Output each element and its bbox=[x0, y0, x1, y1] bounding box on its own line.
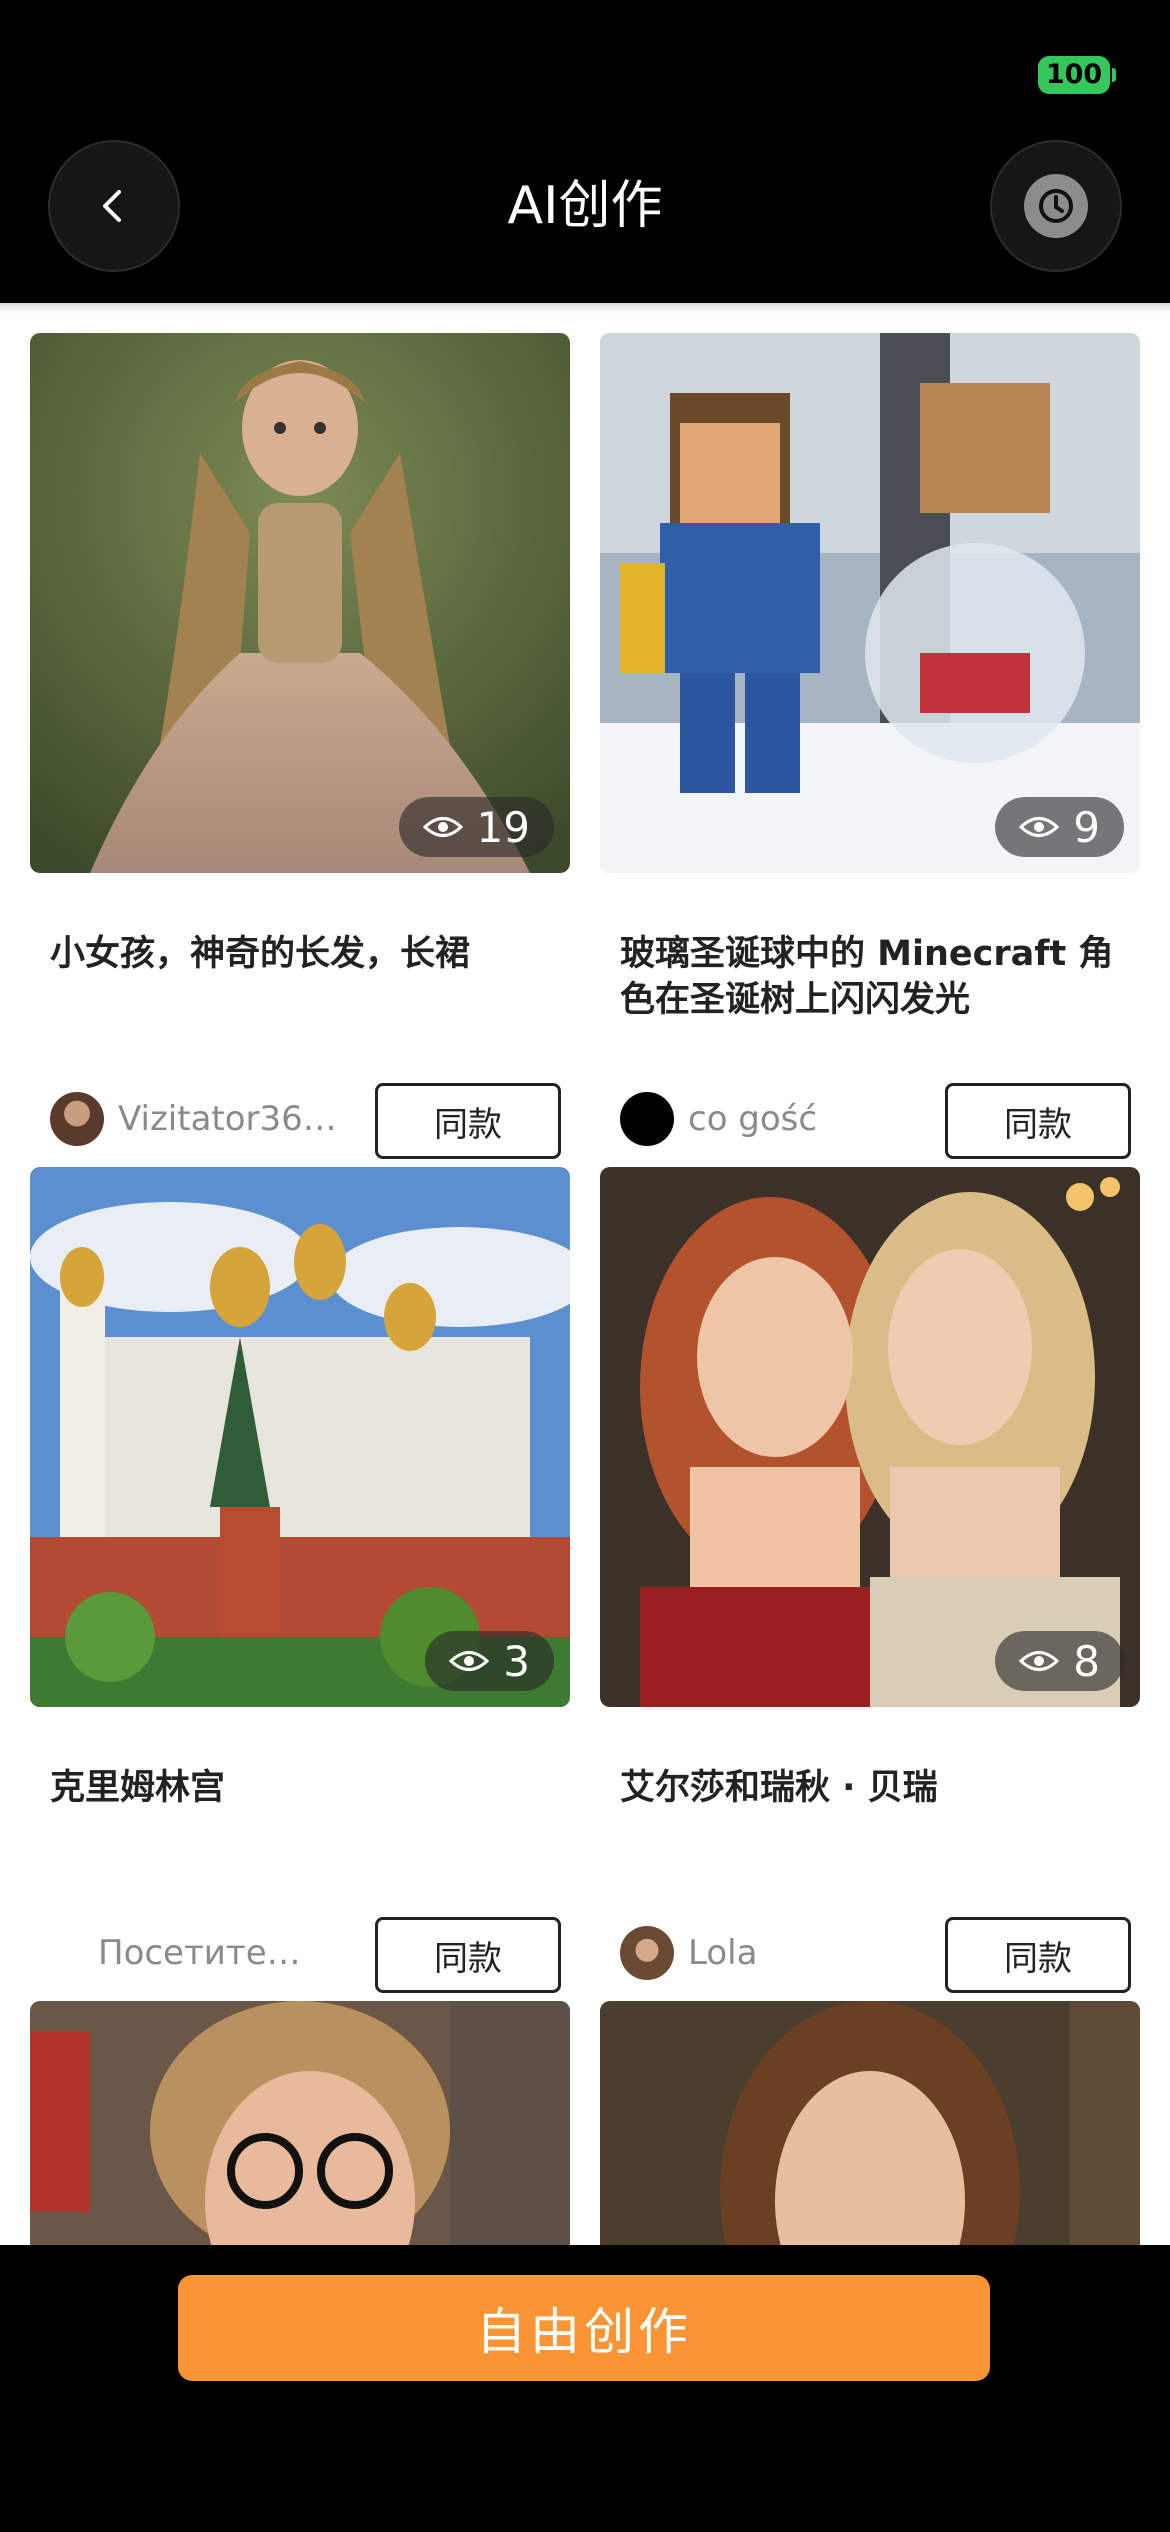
minecraft-ornament-image bbox=[600, 333, 1140, 873]
view-count-badge: 19 bbox=[398, 797, 554, 857]
avatar bbox=[620, 1926, 674, 1980]
work-image[interactable]: 19 bbox=[30, 333, 570, 873]
woman-portrait-image bbox=[600, 2001, 1140, 2245]
work-title: 玻璃圣诞球中的 Minecraft 角色在圣诞树上闪闪发光 bbox=[620, 934, 1114, 1020]
work-image[interactable]: 8 bbox=[600, 1167, 1140, 1707]
work-image[interactable]: 9 bbox=[600, 333, 1140, 873]
bottom-bar: 自由创作 bbox=[0, 2245, 1170, 2532]
woman-glasses-image bbox=[30, 2001, 570, 2245]
work-card[interactable] bbox=[600, 2001, 1140, 2245]
two-women-portrait-image bbox=[600, 1167, 1140, 1707]
work-card[interactable] bbox=[30, 2001, 570, 2245]
header-shadow bbox=[0, 303, 1170, 313]
work-card[interactable]: 3 克里姆林宫 Посетитель... 同款 bbox=[30, 1167, 570, 1993]
work-title: 克里姆林宫 bbox=[50, 1768, 226, 1808]
work-card[interactable]: 19 小女孩，神奇的长发，长裙 Vizitator3675 同款 bbox=[30, 333, 570, 1159]
work-image[interactable] bbox=[30, 2001, 570, 2245]
work-title: 小女孩，神奇的长发，长裙 bbox=[50, 934, 471, 974]
view-count-badge: 9 bbox=[995, 797, 1124, 857]
page: 100 AI创作 19 小女孩，神奇的长发，长裙 Vizitator3675 同… bbox=[0, 0, 1170, 2532]
work-image[interactable]: 3 bbox=[30, 1167, 570, 1707]
same-style-button[interactable]: 同款 bbox=[945, 1083, 1131, 1159]
works-feed[interactable]: 19 小女孩，神奇的长发，长裙 Vizitator3675 同款 9 玻璃圣诞球… bbox=[0, 303, 1170, 2245]
view-count: 19 bbox=[476, 802, 530, 852]
same-style-button[interactable]: 同款 bbox=[375, 1917, 561, 1993]
author-name: Vizitator3675 bbox=[118, 1099, 338, 1139]
work-card[interactable]: 8 艾尔莎和瑞秋 · 贝瑞 Lola 同款 bbox=[600, 1167, 1140, 1993]
same-style-button[interactable]: 同款 bbox=[375, 1083, 561, 1159]
work-image[interactable] bbox=[600, 2001, 1140, 2245]
view-count-badge: 3 bbox=[425, 1631, 554, 1691]
author[interactable]: Посетитель... bbox=[98, 1923, 318, 1983]
author-name: Посетитель... bbox=[98, 1933, 318, 1973]
eye-icon bbox=[449, 1651, 490, 1671]
free-create-button[interactable]: 自由创作 bbox=[178, 2275, 990, 2381]
clock-icon bbox=[1024, 174, 1088, 238]
same-style-button[interactable]: 同款 bbox=[945, 1917, 1131, 1993]
girl-long-hair-image bbox=[30, 333, 570, 873]
eye-icon bbox=[1019, 817, 1060, 837]
view-count: 8 bbox=[1073, 1636, 1100, 1686]
author-name: co gość bbox=[688, 1099, 818, 1139]
eye-icon bbox=[422, 817, 463, 837]
history-button[interactable] bbox=[990, 140, 1122, 272]
view-count: 9 bbox=[1073, 802, 1100, 852]
work-card[interactable]: 9 玻璃圣诞球中的 Minecraft 角色在圣诞树上闪闪发光 co gość … bbox=[600, 333, 1140, 1159]
view-count-badge: 8 bbox=[995, 1631, 1124, 1691]
author[interactable]: Lola bbox=[620, 1923, 757, 1983]
author-name: Lola bbox=[688, 1933, 758, 1973]
author[interactable]: Vizitator3675 bbox=[50, 1089, 338, 1149]
battery-tip bbox=[1112, 68, 1116, 82]
view-count: 3 bbox=[503, 1636, 530, 1686]
avatar bbox=[620, 1092, 674, 1146]
author[interactable]: co gość bbox=[620, 1089, 817, 1149]
kremlin-image bbox=[30, 1167, 570, 1707]
battery-indicator: 100 bbox=[1038, 56, 1110, 94]
eye-icon bbox=[1019, 1651, 1060, 1671]
top-navigation-bar: 100 AI创作 bbox=[0, 0, 1170, 303]
work-title: 艾尔莎和瑞秋 · 贝瑞 bbox=[620, 1768, 938, 1808]
avatar bbox=[50, 1092, 104, 1146]
